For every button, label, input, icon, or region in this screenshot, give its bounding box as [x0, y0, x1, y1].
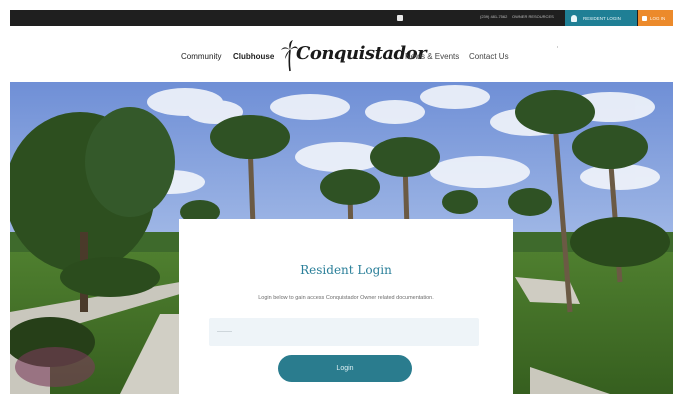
user-icon — [571, 14, 577, 22]
phone-number[interactable]: (239) 481-7562 — [480, 14, 507, 19]
owner-resources-link[interactable]: OWNER RESOURCES — [512, 14, 554, 19]
login-card: Resident Login Login below to gain acces… — [179, 219, 513, 394]
nav-contact-us[interactable]: Contact Us — [469, 52, 509, 61]
login-button[interactable]: Login — [278, 355, 412, 382]
password-input[interactable] — [209, 318, 479, 346]
orange-button[interactable]: LOG IN — [638, 10, 673, 26]
conquistador-logo[interactable]: Conquistador — [280, 40, 427, 72]
divider — [557, 46, 558, 48]
login-title: Resident Login — [300, 263, 392, 277]
square-icon — [642, 15, 647, 21]
resident-login-button[interactable]: RESIDENT LOGIN — [565, 10, 637, 26]
square-icon — [397, 15, 403, 21]
nav-community[interactable]: Community — [181, 52, 221, 61]
resident-login-label: RESIDENT LOGIN — [583, 15, 621, 21]
nav-clubhouse[interactable]: Clubhouse — [233, 52, 274, 61]
nav-news-events[interactable]: News & Events — [405, 52, 459, 61]
login-subtitle: Login below to gain access Conquistador … — [258, 295, 434, 301]
orange-button-label: LOG IN — [650, 15, 666, 21]
main-nav: Community Clubhouse Conquistador News & … — [10, 26, 673, 82]
top-utility-bar: (239) 481-7562 OWNER RESOURCES RESIDENT … — [10, 10, 673, 26]
